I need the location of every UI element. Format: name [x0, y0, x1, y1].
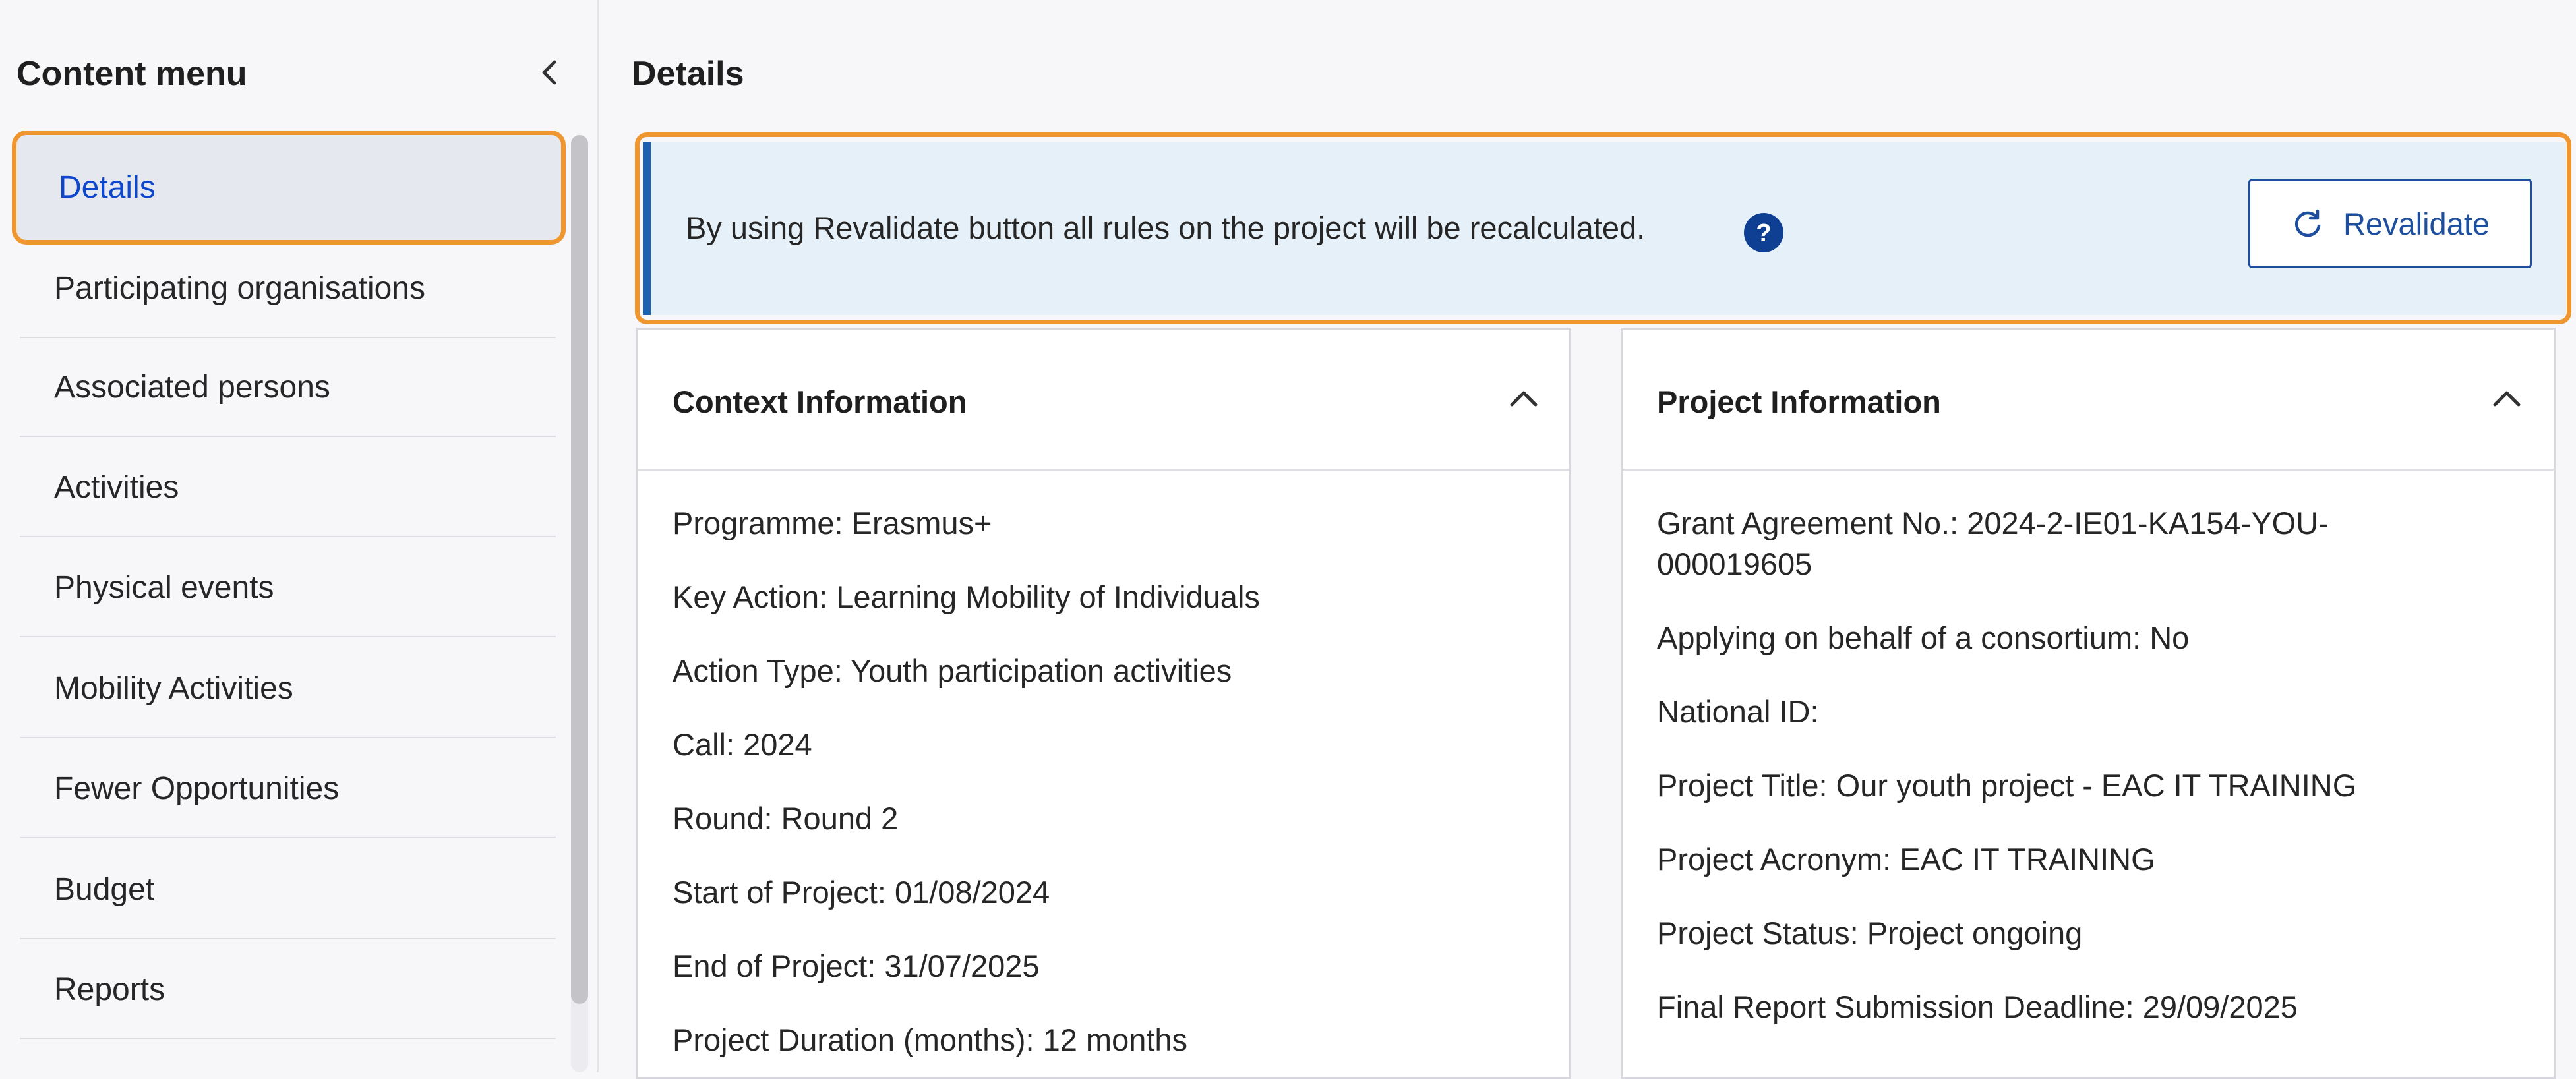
- project-field-grant-line1: Grant Agreement No.: 2024-2-IE01-KA154-Y…: [1657, 506, 2329, 540]
- sidebar-item-label: Details: [59, 170, 156, 205]
- page-title: Details: [632, 55, 744, 93]
- sidebar-item-physical-events[interactable]: Physical events: [20, 539, 556, 637]
- context-information-card: Context Information Programme: Erasmus+ …: [636, 328, 1571, 1079]
- sidebar-item-budget[interactable]: Budget: [20, 840, 556, 939]
- context-field-action-type: Action Type: Youth participation activit…: [673, 653, 1232, 688]
- context-field-duration: Project Duration (months): 12 months: [673, 1022, 1188, 1057]
- sidebar-divider: [597, 0, 599, 1072]
- chevron-up-icon[interactable]: [2488, 385, 2525, 411]
- project-field-status: Project Status: Project ongoing: [1657, 916, 2083, 950]
- revalidate-button-label: Revalidate: [2343, 206, 2490, 241]
- sidebar-item-associated-persons[interactable]: Associated persons: [20, 338, 556, 437]
- refresh-icon: [2294, 209, 2321, 237]
- svg-text:?: ?: [1756, 219, 1771, 247]
- project-field-consortium: Applying on behalf of a consortium: No: [1657, 620, 2190, 655]
- content-menu-title: Content menu: [16, 55, 247, 93]
- project-field-title: Project Title: Our youth project - EAC I…: [1657, 768, 2357, 803]
- project-information-title: Project Information: [1657, 384, 1941, 419]
- sidebar-item-label: Fewer Opportunities: [54, 771, 340, 806]
- chevron-up-icon[interactable]: [1505, 385, 1542, 411]
- context-field-start: Start of Project: 01/08/2024: [673, 875, 1050, 910]
- sidebar-item-label: Participating organisations: [54, 270, 425, 306]
- content-menu-sidebar: Content menu Details Participating organ…: [0, 0, 597, 1072]
- project-field-grant-line2: 000019605: [1657, 546, 1812, 581]
- revalidate-button[interactable]: Revalidate: [2248, 179, 2532, 268]
- context-information-title: Context Information: [673, 384, 967, 419]
- context-field-round: Round: Round 2: [673, 801, 899, 836]
- sidebar-item-activities[interactable]: Activities: [20, 438, 556, 537]
- sidebar-item-label: Mobility Activities: [54, 670, 293, 706]
- context-field-call: Call: 2024: [673, 727, 812, 762]
- banner-text: By using Revalidate button all rules on …: [686, 210, 1646, 245]
- chevron-left-icon[interactable]: [533, 53, 566, 92]
- help-icon[interactable]: ?: [1743, 212, 1784, 253]
- project-field-acronym: Project Acronym: EAC IT TRAINING: [1657, 842, 2155, 877]
- project-field-deadline: Final Report Submission Deadline: 29/09/…: [1657, 989, 2298, 1024]
- sidebar-item-label: Budget: [54, 871, 155, 907]
- project-field-national-id: National ID:: [1657, 694, 1819, 729]
- sidebar-item-label: Physical events: [54, 569, 274, 605]
- context-information-header[interactable]: Context Information: [638, 330, 1569, 471]
- project-information-header[interactable]: Project Information: [1623, 330, 2554, 471]
- sidebar-scrollbar-thumb[interactable]: [571, 135, 588, 1004]
- sidebar-item-reports[interactable]: Reports: [20, 941, 556, 1039]
- sidebar-item-details[interactable]: Details: [12, 131, 566, 245]
- sidebar-item-label: Activities: [54, 469, 179, 505]
- sidebar-item-participating-organisations[interactable]: Participating organisations: [20, 239, 556, 338]
- context-field-end: End of Project: 31/07/2025: [673, 948, 1040, 983]
- sidebar-item-label: Reports: [54, 972, 165, 1007]
- sidebar-item-mobility-activities[interactable]: Mobility Activities: [20, 639, 556, 738]
- project-information-card: Project Information Grant Agreement No.:…: [1621, 328, 2556, 1079]
- context-field-key-action: Key Action: Learning Mobility of Individ…: [673, 579, 1260, 614]
- sidebar-item-fewer-opportunities[interactable]: Fewer Opportunities: [20, 740, 556, 838]
- sidebar-item-label: Associated persons: [54, 369, 330, 405]
- context-field-programme: Programme: Erasmus+: [673, 506, 992, 540]
